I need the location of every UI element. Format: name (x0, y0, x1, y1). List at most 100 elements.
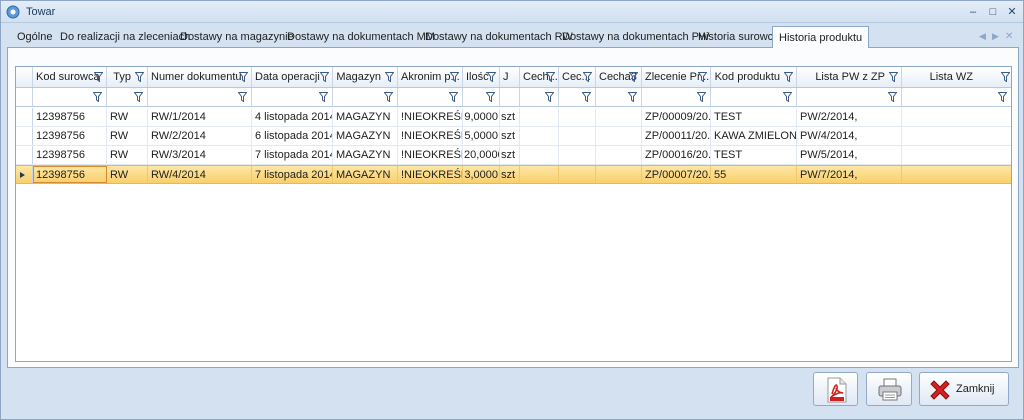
cell-akronim[interactable]: !NIEOKREŚL... (398, 166, 463, 183)
filter-icon[interactable] (94, 72, 103, 82)
cell-cecha3[interactable] (596, 108, 642, 126)
export-pdf-button[interactable] (813, 372, 858, 406)
filter-cell-magazyn[interactable] (333, 88, 398, 106)
col-header-typ[interactable]: Typ (107, 67, 148, 87)
filter-icon[interactable] (486, 92, 495, 102)
tab-dostawy-rw[interactable]: Dostawy na dokumentach RW (419, 28, 579, 48)
close-window-button[interactable]: ✕ (1003, 4, 1021, 20)
cell-cecha2[interactable] (559, 146, 596, 164)
cell-lista-pw[interactable]: PW/2/2014, (797, 108, 902, 126)
filter-icon[interactable] (628, 92, 637, 102)
filter-icon[interactable] (583, 72, 592, 82)
minimize-button[interactable]: – (964, 4, 982, 20)
cell-lista-pw[interactable]: PW/4/2014, (797, 127, 902, 145)
print-button[interactable] (866, 372, 912, 406)
cell-lista-wz[interactable] (902, 146, 1011, 164)
cell-kod-produktu[interactable]: KAWA ZMIELONA (711, 127, 797, 145)
filter-icon[interactable] (239, 72, 248, 82)
cell-ilosc[interactable]: 20,0000 (463, 146, 500, 164)
cell-lista-wz[interactable] (902, 108, 1011, 126)
filter-icon[interactable] (135, 72, 144, 82)
cell-cecha2[interactable] (559, 166, 596, 183)
cell-lista-wz[interactable] (902, 127, 1011, 145)
filter-icon[interactable] (487, 72, 496, 82)
filter-icon[interactable] (238, 92, 247, 102)
cell-data-operacji[interactable]: 6 listopada 2014 (252, 127, 333, 145)
filter-cell-lista-wz[interactable] (902, 88, 1011, 106)
cell-lista-pw[interactable]: PW/7/2014, (797, 166, 902, 183)
cell-numer-dokumentu[interactable]: RW/1/2014 (148, 108, 252, 126)
filter-icon[interactable] (93, 92, 102, 102)
filter-icon[interactable] (545, 92, 554, 102)
filter-cell-akronim[interactable] (398, 88, 463, 106)
cell-kod-produktu[interactable]: TEST (711, 146, 797, 164)
filter-icon[interactable] (449, 92, 458, 102)
cell-magazyn[interactable]: MAGAZYN (333, 108, 398, 126)
col-header-numer-dokumentu[interactable]: Numer dokumentu (148, 67, 252, 87)
cell-cecha2[interactable] (559, 127, 596, 145)
cell-cecha1[interactable] (520, 108, 559, 126)
filter-icon[interactable] (385, 72, 394, 82)
cell-cecha3[interactable] (596, 146, 642, 164)
col-header-kod-produktu[interactable]: Kod produktu (711, 67, 797, 87)
filter-icon[interactable] (1001, 72, 1010, 82)
table-row[interactable]: 12398756 RW RW/2/2014 6 listopada 2014 M… (16, 127, 1011, 146)
cell-magazyn[interactable]: MAGAZYN (333, 166, 398, 183)
col-header-cecha3[interactable]: Cecha3 (596, 67, 642, 87)
filter-icon[interactable] (783, 92, 792, 102)
filter-icon[interactable] (698, 72, 707, 82)
filter-icon[interactable] (319, 92, 328, 102)
filter-cell-ilosc[interactable] (463, 88, 500, 106)
table-row[interactable]: 12398756 RW RW/3/2014 7 listopada 2014 M… (16, 146, 1011, 165)
filter-icon[interactable] (546, 72, 555, 82)
tab-ogolne[interactable]: Ogólne (11, 28, 58, 48)
cell-data-operacji[interactable]: 7 listopada 2014 (252, 146, 333, 164)
filter-icon[interactable] (450, 72, 459, 82)
cell-jednostka[interactable]: szt (500, 108, 520, 126)
cell-zlecenie[interactable]: ZP/00007/20... (642, 166, 711, 183)
cell-akronim[interactable]: !NIEOKREŚL... (398, 146, 463, 164)
filter-cell-cecha2[interactable] (559, 88, 596, 106)
cell-jednostka[interactable]: szt (500, 166, 520, 183)
close-button[interactable]: Zamknij (919, 372, 1009, 406)
filter-cell-cecha1[interactable] (520, 88, 559, 106)
filter-icon[interactable] (697, 92, 706, 102)
cell-lista-pw[interactable]: PW/5/2014, (797, 146, 902, 164)
col-header-cecha1[interactable]: Cech... (520, 67, 559, 87)
filter-icon[interactable] (384, 92, 393, 102)
cell-kod-surowca[interactable]: 12398756 (33, 166, 107, 183)
cell-akronim[interactable]: !NIEOKREŚL... (398, 127, 463, 145)
col-header-cecha2[interactable]: Cec... (559, 67, 596, 87)
cell-magazyn[interactable]: MAGAZYN (333, 127, 398, 145)
cell-lista-wz[interactable] (902, 166, 1011, 183)
tab-dostawy-mm[interactable]: Dostawy na dokumentach MM (281, 28, 441, 48)
filter-cell-zlecenie[interactable] (642, 88, 711, 106)
cell-cecha1[interactable] (520, 146, 559, 164)
cell-kod-produktu[interactable]: TEST (711, 108, 797, 126)
cell-cecha2[interactable] (559, 108, 596, 126)
col-header-jednostka[interactable]: J (500, 67, 520, 87)
filter-icon[interactable] (998, 92, 1007, 102)
tab-scroll-left-icon[interactable]: ◀ (979, 31, 986, 42)
cell-data-operacji[interactable]: 4 listopada 2014 (252, 108, 333, 126)
tab-close-icon[interactable]: ✕ (1005, 31, 1013, 42)
filter-icon[interactable] (889, 72, 898, 82)
filter-cell-typ[interactable] (107, 88, 148, 106)
cell-typ[interactable]: RW (107, 166, 148, 183)
col-header-akronim[interactable]: Akronim p... (398, 67, 463, 87)
cell-kod-produktu[interactable]: 55 (711, 166, 797, 183)
filter-cell-kod-surowca[interactable] (33, 88, 107, 106)
table-row-selected[interactable]: 12398756 RW RW/4/2014 7 listopada 2014 M… (16, 165, 1011, 184)
cell-magazyn[interactable]: MAGAZYN (333, 146, 398, 164)
col-header-lista-pw[interactable]: Lista PW z ZP (797, 67, 902, 87)
filter-cell-kod-produktu[interactable] (711, 88, 797, 106)
col-header-data-operacji[interactable]: Data operacji (252, 67, 333, 87)
tab-scroll-right-icon[interactable]: ▶ (992, 31, 999, 42)
cell-cecha1[interactable] (520, 166, 559, 183)
cell-zlecenie[interactable]: ZP/00011/20... (642, 127, 711, 145)
cell-jednostka[interactable]: szt (500, 127, 520, 145)
cell-typ[interactable]: RW (107, 108, 148, 126)
col-header-lista-wz[interactable]: Lista WZ (902, 67, 1011, 87)
cell-kod-surowca[interactable]: 12398756 (33, 127, 107, 145)
cell-numer-dokumentu[interactable]: RW/2/2014 (148, 127, 252, 145)
